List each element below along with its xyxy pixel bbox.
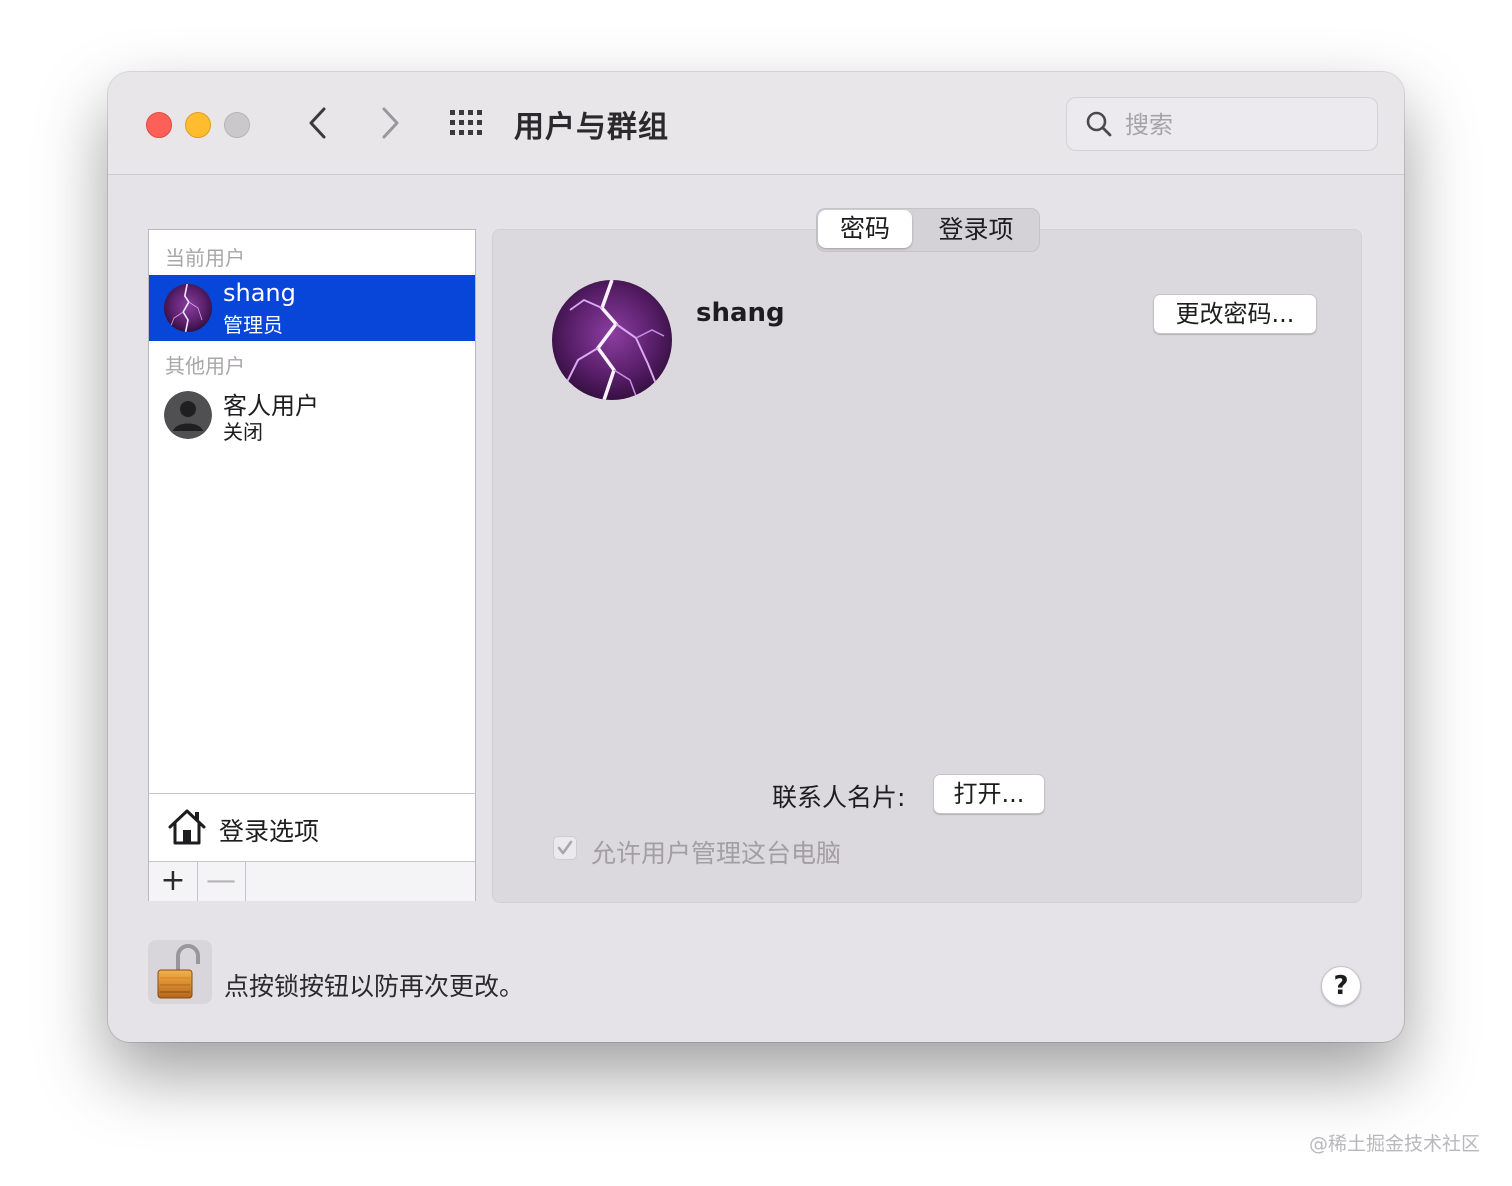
user-name: shang (223, 279, 296, 307)
titlebar: 用户与群组 (108, 72, 1404, 175)
user-picture[interactable] (552, 280, 672, 400)
user-avatar (164, 284, 212, 332)
person-icon (164, 391, 212, 439)
tab-login-items[interactable]: 登录项 (917, 209, 1035, 251)
list-actions-bar: + — (149, 861, 475, 901)
lock-message: 点按锁按钮以防再次更改。 (224, 972, 525, 1001)
show-all-button[interactable] (446, 106, 490, 140)
other-users-header: 其他用户 (165, 354, 245, 378)
user-list: 当前用户 shang 管理员 其他用户 客人用户 关闭 登录选项 + — (148, 229, 476, 901)
tab-control: 密码 登录项 (816, 208, 1040, 252)
lock-button[interactable] (148, 940, 212, 1004)
admin-checkbox[interactable] (553, 836, 577, 860)
login-options-item[interactable]: 登录选项 (149, 793, 475, 862)
back-button[interactable] (298, 100, 338, 146)
user-detail-panel: shang 更改密码... 联系人名片: 打开... 允许用户管理这台电脑 (492, 229, 1362, 903)
contact-card-label: 联系人名片: (772, 783, 906, 812)
checkmark-icon (557, 840, 573, 855)
user-row-shang[interactable]: shang 管理员 (149, 275, 475, 341)
user-full-name: shang (696, 298, 785, 328)
tab-password[interactable]: 密码 (818, 210, 912, 248)
preferences-window: 用户与群组 当前用户 (108, 72, 1404, 1042)
user-role: 管理员 (223, 313, 283, 337)
forward-button[interactable] (370, 100, 410, 146)
search-icon (1086, 111, 1112, 137)
add-user-button[interactable]: + (149, 862, 198, 901)
current-users-header: 当前用户 (165, 246, 245, 270)
chevron-right-icon (382, 107, 399, 139)
chevron-left-icon (309, 107, 326, 139)
minimize-button[interactable] (185, 112, 211, 138)
login-options-label: 登录选项 (219, 817, 320, 846)
help-button[interactable]: ? (1321, 966, 1361, 1006)
window-title: 用户与群组 (514, 110, 669, 145)
house-icon (168, 809, 206, 845)
grid-icon (450, 110, 482, 135)
open-contact-button[interactable]: 打开... (933, 774, 1045, 814)
user-row-guest[interactable]: 客人用户 关闭 (149, 382, 475, 448)
search-input[interactable] (1123, 106, 1367, 144)
user-role: 关闭 (223, 420, 263, 444)
watermark: @稀土掘金技术社区 (1308, 1133, 1480, 1155)
change-password-button[interactable]: 更改密码... (1153, 294, 1317, 334)
lock-icon (148, 940, 212, 1004)
search-field[interactable] (1066, 97, 1378, 151)
remove-user-button[interactable]: — (197, 862, 246, 901)
zoom-button[interactable] (224, 112, 250, 138)
admin-checkbox-label: 允许用户管理这台电脑 (591, 839, 842, 868)
close-button[interactable] (146, 112, 172, 138)
